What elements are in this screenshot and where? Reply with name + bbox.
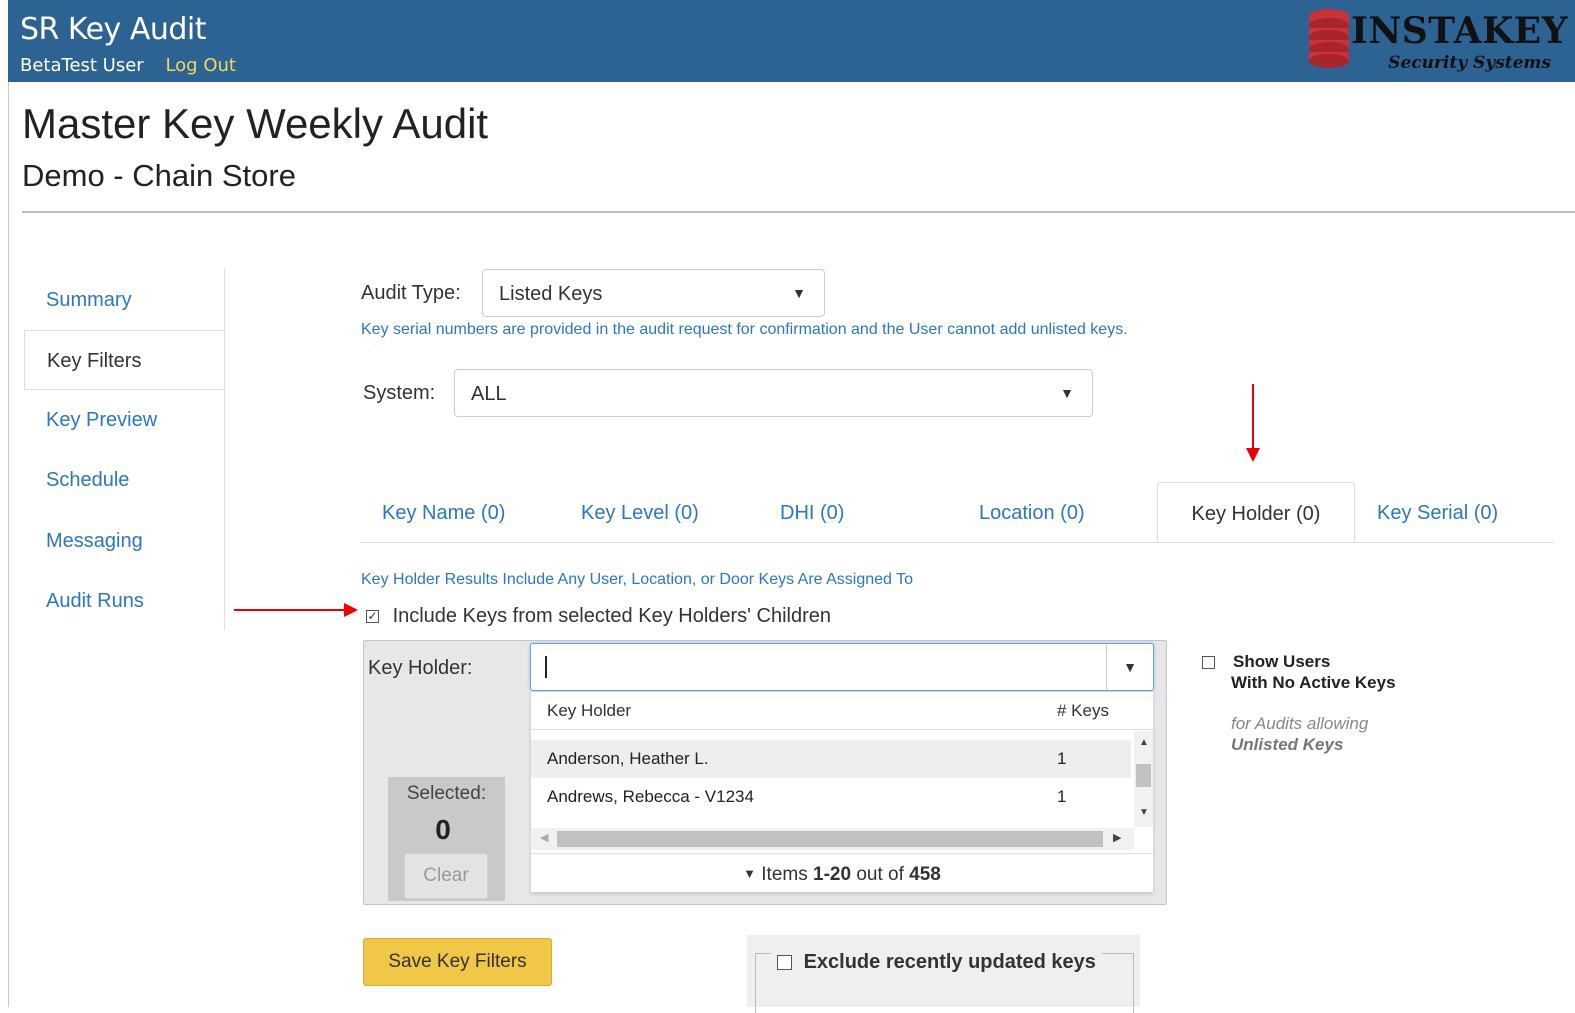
app-header: SR Key Audit BetaTest User Log Out INSTA…: [8, 0, 1575, 82]
list-item[interactable]: Andrews, Rebecca - V1234 1: [531, 778, 1131, 816]
scroll-up-icon[interactable]: ▲: [1139, 737, 1149, 748]
key-holder-count: 1: [1057, 787, 1067, 806]
tab-key-name[interactable]: Key Name (0): [382, 482, 505, 542]
clear-button[interactable]: Clear: [404, 853, 488, 899]
caret-down-icon: ▼: [743, 866, 756, 881]
page-left-border: [8, 82, 9, 1007]
audit-type-hint: Key serial numbers are provided in the a…: [361, 321, 1128, 338]
logo-subtitle: Security Systems: [1388, 53, 1551, 73]
tab-key-holder[interactable]: Key Holder (0): [1157, 482, 1355, 542]
key-holder-dropdown-toggle[interactable]: ▼: [1106, 644, 1153, 690]
audit-type-select[interactable]: Listed Keys ▼: [482, 269, 825, 317]
include-children-checkbox[interactable]: ✓: [366, 610, 379, 624]
filter-tabs: Key Name (0) Key Level (0) DHI (0) Locat…: [360, 482, 1554, 543]
column-key-holder: Key Holder: [547, 701, 632, 720]
dropdown-header: Key Holder # Keys: [531, 692, 1153, 730]
save-key-filters-button[interactable]: Save Key Filters: [363, 938, 552, 986]
chevron-down-icon: ▼: [792, 285, 806, 301]
audit-type-value: Listed Keys: [499, 283, 603, 305]
key-holder-name: Andrews, Rebecca - V1234: [547, 787, 754, 806]
tab-dhi[interactable]: DHI (0): [780, 482, 844, 542]
title-divider: [22, 211, 1575, 213]
exclude-label: Exclude recently updated keys: [803, 951, 1096, 973]
show-users-note2: Unlisted Keys: [1231, 735, 1344, 754]
red-arrow-right-head: [344, 603, 358, 617]
pager-total: 458: [909, 864, 941, 885]
key-holder-input[interactable]: ▼: [530, 643, 1154, 691]
sidebar-item-audit-runs[interactable]: Audit Runs: [24, 571, 223, 631]
chevron-down-icon: ▼: [1123, 659, 1137, 675]
red-arrow-down-head: [1246, 448, 1260, 462]
key-holder-name: Anderson, Heather L.: [547, 749, 709, 768]
scroll-right-icon[interactable]: ▶: [1113, 831, 1121, 844]
instakey-logo: INSTAKEY Security Systems: [1307, 8, 1567, 74]
exclude-legend[interactable]: Exclude recently updated keys: [771, 951, 1102, 974]
key-holder-label: Key Holder:: [368, 657, 473, 679]
horizontal-scrollbar[interactable]: ◀ ▶: [531, 828, 1134, 850]
user-name: BetaTest User: [20, 55, 144, 76]
sidebar-item-schedule[interactable]: Schedule: [24, 450, 223, 510]
page-subtitle: Demo - Chain Store: [22, 158, 296, 193]
audit-type-label: Audit Type:: [361, 282, 461, 304]
show-users-line1: Show Users: [1233, 652, 1331, 671]
app-title: SR Key Audit: [20, 12, 207, 47]
scroll-down-icon[interactable]: ▼: [1139, 807, 1149, 818]
list-item[interactable]: Anderson, Heather L. 1: [531, 740, 1131, 778]
chevron-down-icon: ▼: [1060, 385, 1074, 401]
system-label: System:: [363, 382, 436, 404]
column-keys: # Keys: [1057, 701, 1109, 720]
show-users-note1: for Audits allowing: [1231, 714, 1369, 733]
key-holder-count: 1: [1057, 749, 1067, 768]
pager-range: 1-20: [813, 864, 852, 885]
system-select[interactable]: ALL ▼: [454, 369, 1093, 417]
sidebar-item-messaging[interactable]: Messaging: [24, 511, 223, 571]
exclude-checkbox[interactable]: [777, 955, 792, 971]
system-value: ALL: [471, 383, 507, 405]
page-title: Master Key Weekly Audit: [22, 100, 489, 147]
user-line: BetaTest User Log Out: [20, 55, 236, 76]
key-stack-icon: [1309, 9, 1349, 68]
tab-location[interactable]: Location (0): [979, 482, 1085, 542]
text-cursor: [545, 656, 547, 678]
pager-prefix: Items: [761, 864, 808, 885]
red-arrow-right: [234, 609, 346, 611]
logout-link[interactable]: Log Out: [165, 55, 236, 76]
show-users-line2: With No Active Keys: [1231, 673, 1396, 692]
tab-key-level[interactable]: Key Level (0): [581, 482, 699, 542]
selected-count: 0: [435, 814, 451, 845]
selected-label: Selected:: [406, 783, 487, 804]
key-holder-info: Key Holder Results Include Any User, Loc…: [361, 571, 913, 588]
include-children-row[interactable]: ✓ Include Keys from selected Key Holders…: [366, 605, 831, 628]
sidebar-nav: Summary Key Filters Key Preview Schedule…: [24, 268, 225, 630]
vertical-scrollbar[interactable]: ▲ ▼: [1134, 731, 1153, 827]
show-users-checkbox[interactable]: [1202, 656, 1215, 669]
scroll-left-icon[interactable]: ◀: [540, 831, 548, 844]
dropdown-pager: ▼ Items 1-20 out of 458: [531, 853, 1153, 893]
pager-mid: out of: [856, 864, 904, 885]
scrollbar-thumb[interactable]: [557, 831, 1103, 847]
sidebar-item-key-preview[interactable]: Key Preview: [24, 390, 223, 450]
sidebar-item-key-filters[interactable]: Key Filters: [24, 330, 224, 390]
include-children-label: Include Keys from selected Key Holders' …: [392, 605, 832, 627]
logo-word: INSTAKEY: [1351, 10, 1568, 52]
sidebar-item-summary[interactable]: Summary: [24, 270, 223, 330]
scrollbar-thumb[interactable]: [1136, 764, 1151, 787]
tab-key-serial[interactable]: Key Serial (0): [1377, 482, 1498, 542]
red-arrow-down: [1252, 384, 1254, 450]
